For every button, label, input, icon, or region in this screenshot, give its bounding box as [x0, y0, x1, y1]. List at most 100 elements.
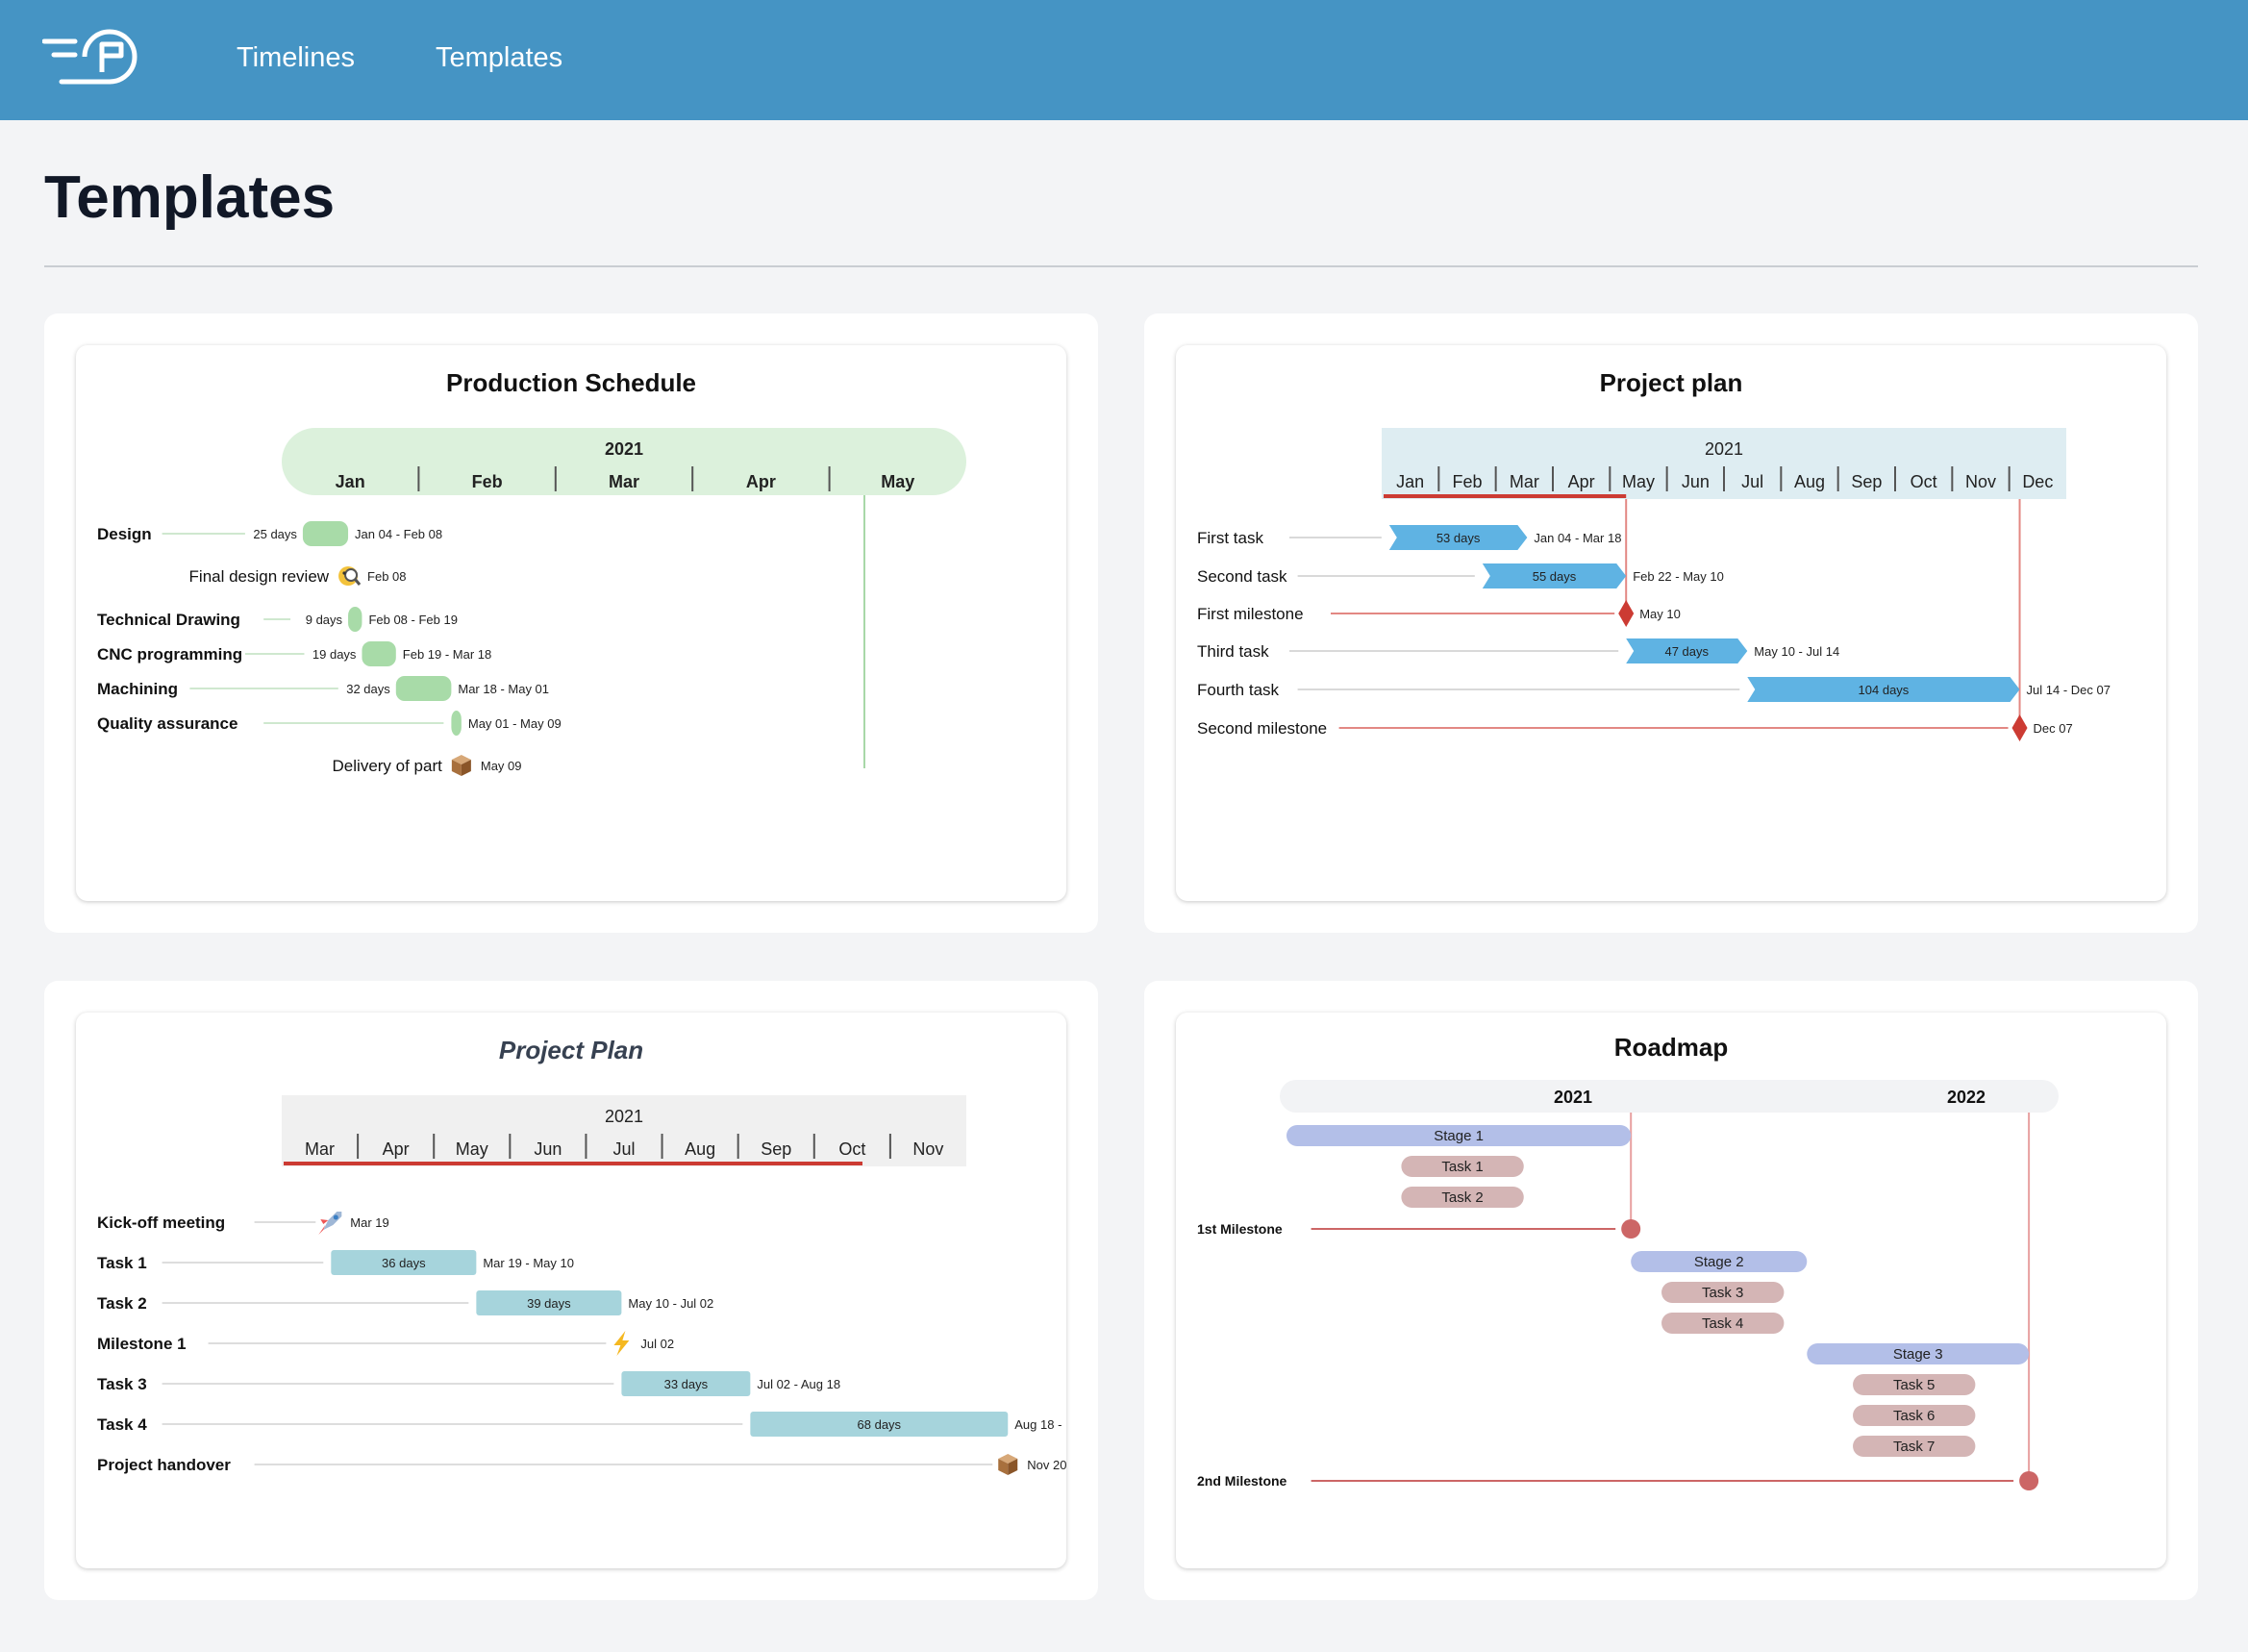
task-label: Technical Drawing	[97, 611, 240, 629]
milestone-label: 1st Milestone	[1197, 1221, 1283, 1237]
month-tick-label: Jun	[534, 1139, 562, 1159]
task-bar	[348, 607, 362, 632]
milestone-dot-icon	[1621, 1219, 1641, 1239]
month-tick-label: Oct	[1911, 472, 1937, 491]
month-tick-label: Jan	[336, 472, 365, 491]
task-label: Machining	[97, 680, 178, 698]
template-card-production-schedule[interactable]: Production Schedule 2021 Jan Feb Mar Apr May De…	[44, 313, 1098, 933]
rocket-icon	[318, 1212, 342, 1235]
milestone-diamond-icon	[1618, 600, 1635, 627]
month-tick-label: Nov	[912, 1139, 943, 1159]
page-title: Templates	[44, 164, 336, 231]
task-label: CNC programming	[97, 645, 242, 663]
month-tick-label: Mar	[609, 472, 639, 491]
task-label: Task 3	[97, 1375, 147, 1393]
task-label: Second task	[1197, 567, 1287, 586]
task-duration-label: 47 days	[1664, 644, 1709, 659]
month-tick-label: Jul	[1741, 472, 1763, 491]
task-label: Task 4	[97, 1415, 147, 1434]
month-tick-label: May	[456, 1139, 488, 1159]
app-logo-icon[interactable]	[42, 29, 138, 87]
month-tick-label: Nov	[1965, 472, 1996, 491]
milestone-label: First milestone	[1197, 605, 1304, 623]
stage-label: Stage 1	[1434, 1128, 1484, 1144]
task-label: Design	[97, 525, 152, 543]
month-tick-label: Feb	[472, 472, 503, 491]
production-schedule-gantt: Production Schedule 2021 Jan Feb Mar Apr May De…	[97, 368, 966, 776]
task-date-label: Feb 19 - Mar 18	[403, 647, 492, 662]
milestone-label: Delivery of part	[333, 757, 443, 775]
task-label: Task 2	[1441, 1189, 1483, 1206]
month-tick-label: Mar	[305, 1139, 335, 1159]
task-duration-label: 9 days	[306, 613, 343, 627]
task-duration-label: 19 days	[312, 647, 357, 662]
task-duration-label: 25 days	[253, 527, 297, 541]
task-duration-label: 104 days	[1859, 683, 1910, 697]
task-date-label: May 10 - Jul 14	[1754, 644, 1839, 659]
month-tick-label: Feb	[1452, 472, 1482, 491]
month-tick-label: Jun	[1682, 472, 1710, 491]
milestone-diamond-icon	[2011, 714, 2028, 741]
month-tick-label: Aug	[685, 1139, 715, 1159]
task-label: Task 3	[1702, 1285, 1743, 1301]
task-duration-label: 36 days	[382, 1256, 426, 1270]
milestone-date-label: Feb 08	[367, 569, 406, 584]
task-date-label: Jul 02 - Aug 18	[757, 1377, 840, 1391]
nav-link-templates[interactable]: Templates	[436, 42, 562, 74]
template-preview: Project Plan 2021 Mar Apr May Jun Jul Aug Sep Oct…	[76, 1013, 1066, 1568]
task-duration-label: 55 days	[1533, 569, 1577, 584]
template-preview: Project plan 2021 Jan Feb Mar Apr May Jun Jul Aug…	[1176, 345, 2166, 901]
task-date-label: Jul 14 - Dec 07	[2027, 683, 2111, 697]
milestone-date-label: May 09	[481, 759, 522, 773]
template-card-project-plan-italic[interactable]: Project Plan 2021 Mar Apr May Jun Jul Aug Sep Oct…	[44, 981, 1098, 1600]
magnifier-icon	[338, 566, 362, 586]
milestone-label: 2nd Milestone	[1197, 1473, 1287, 1489]
task-date-label: Jan 04 - Feb 08	[355, 527, 442, 541]
timeline-title: Production Schedule	[446, 368, 696, 397]
timeline-header-band	[1280, 1080, 2059, 1113]
package-icon	[451, 755, 471, 776]
project-plan-gantt-2: Project Plan 2021 Mar Apr May Jun Jul Aug Sep Oct…	[97, 1036, 1066, 1475]
month-tick-label: May	[1622, 472, 1655, 491]
task-label: Third task	[1197, 642, 1269, 661]
task-bar	[395, 676, 452, 701]
timeline-title: Roadmap	[1614, 1033, 1728, 1062]
milestone-date-label: May 10	[1639, 607, 1681, 621]
month-tick-label: Jul	[612, 1139, 635, 1159]
template-card-roadmap[interactable]: Roadmap 2021 2022 Stage 1 Task 1 Task 2 1st Mi…	[1144, 981, 2198, 1600]
milestone-dot-icon	[2019, 1471, 2039, 1490]
milestone-date-label: Nov 20	[1027, 1458, 1066, 1472]
stage-label: Stage 3	[1893, 1346, 1943, 1363]
month-tick-label: Sep	[1851, 472, 1882, 491]
stage-label: Stage 2	[1694, 1254, 1744, 1270]
task-label: Task 4	[1702, 1315, 1743, 1332]
task-bar	[302, 521, 349, 546]
task-date-label: May 01 - May 09	[468, 716, 562, 731]
timeline-title: Project Plan	[499, 1036, 643, 1064]
task-bar	[451, 711, 462, 736]
month-tick-label: Apr	[383, 1139, 410, 1159]
roadmap-gantt: Roadmap 2021 2022 Stage 1 Task 1 Task 2 1st Mi…	[1197, 1033, 2059, 1490]
month-tick-label: Sep	[761, 1139, 791, 1159]
task-label: Task 7	[1893, 1439, 1935, 1455]
month-tick-label: Jan	[1396, 472, 1424, 491]
task-date-label: May 10 - Jul 02	[628, 1296, 713, 1311]
task-label: Fourth task	[1197, 681, 1280, 699]
timeline-title: Project plan	[1600, 368, 1743, 397]
nav-link-timelines[interactable]: Timelines	[237, 42, 355, 74]
task-bar	[362, 641, 396, 666]
year-label: 2021	[1705, 439, 1743, 459]
year-label: 2021	[1554, 1088, 1592, 1107]
template-preview: Production Schedule 2021 Jan Feb Mar Apr May De…	[76, 345, 1066, 901]
task-duration-label: 33 days	[664, 1377, 709, 1391]
month-tick-label: Apr	[1568, 472, 1595, 491]
task-duration-label: 53 days	[1436, 531, 1481, 545]
task-date-label: Aug 18 - Nov 20	[1014, 1417, 1066, 1432]
task-duration-label: 32 days	[346, 682, 390, 696]
task-label: Task 1	[1441, 1159, 1483, 1175]
template-card-project-plan[interactable]: Project plan 2021 Jan Feb Mar Apr May Jun Jul Aug…	[1144, 313, 2198, 933]
milestone-label: Second milestone	[1197, 719, 1327, 738]
package-icon	[998, 1454, 1018, 1475]
task-date-label: Feb 08 - Feb 19	[368, 613, 458, 627]
milestone-label: Milestone 1	[97, 1335, 187, 1353]
